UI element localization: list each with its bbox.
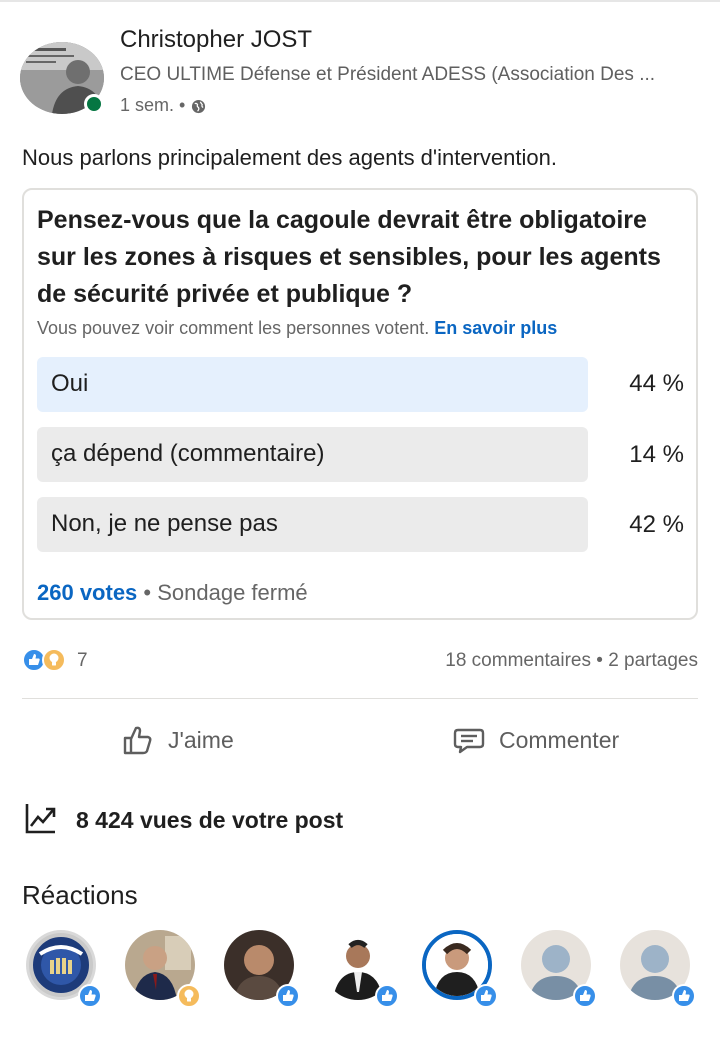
learn-more-link[interactable]: En savoir plus [434,318,557,338]
poll-footer: 260 votes • Sondage fermé [37,580,308,606]
poll-card: Pensez-vous que la cagoule devrait être … [22,188,698,620]
poll-option-ca-depend[interactable]: ça dépend (commentaire) [37,427,588,482]
author-headline: CEO ULTIME Défense et Président ADESS (A… [120,64,656,85]
poll-option-oui[interactable]: Oui [37,357,588,412]
like-icon [474,984,498,1008]
reactions-summary[interactable] [22,648,72,674]
poll-status: • Sondage fermé [143,580,308,605]
comment-icon [451,722,487,758]
thumbs-up-icon [120,722,156,758]
post-author[interactable]: Christopher JOST CEO ULTIME Défense et P… [20,26,700,122]
poll-option-percent: 14 % [629,441,684,468]
reactor-avatar[interactable] [422,930,498,1008]
post-views[interactable]: 8 424 vues de votre post [24,801,343,840]
reactor-avatar[interactable] [521,930,597,1008]
poll-option-percent: 44 % [629,370,684,397]
reactor-avatar[interactable] [224,930,300,1008]
reactions-section-title: Réactions [22,880,138,910]
comments-shares-count[interactable]: 18 commentaires • 2 partages [445,650,698,672]
poll-option-label: Non, je ne pense pas [51,510,278,537]
poll-note-text: Vous pouvez voir comment les personnes v… [37,318,430,338]
top-divider [0,0,720,2]
analytics-trend-icon [24,801,58,840]
post-text: Nous parlons principalement des agents d… [22,145,557,170]
reactor-avatar[interactable] [620,930,696,1008]
insightful-icon [177,984,201,1008]
poll-option-percent: 42 % [629,511,684,538]
poll-option-label: ça dépend (commentaire) [51,440,325,467]
like-icon [78,984,102,1008]
like-icon [276,984,300,1008]
online-status-dot [84,94,104,114]
post-time-text: 1 sem. • [120,95,186,115]
poll-option-non[interactable]: Non, je ne pense pas [37,497,588,552]
reaction-count[interactable]: 7 [77,650,88,672]
like-button-label: J'aime [168,726,234,753]
insightful-icon [42,648,66,672]
author-name[interactable]: Christopher JOST [120,26,312,54]
like-button[interactable]: J'aime [120,718,234,762]
poll-option-label: Oui [51,370,89,397]
like-icon [375,984,399,1008]
like-icon [573,984,597,1008]
reactor-avatar[interactable] [26,930,102,1008]
author-avatar[interactable] [20,42,104,116]
poll-question: Pensez-vous que la cagoule devrait être … [37,206,661,308]
poll-visibility-note: Vous pouvez voir comment les personnes v… [37,318,557,339]
reactor-list [26,930,696,1010]
comment-button-label: Commenter [499,726,620,753]
post-views-text: 8 424 vues de votre post [76,807,344,833]
comment-button[interactable]: Commenter [451,718,619,762]
globe-icon [191,98,206,114]
reactor-avatar[interactable] [323,930,399,1008]
actions-divider [22,698,698,699]
reactor-avatar[interactable] [125,930,201,1008]
post-timestamp: 1 sem. • [120,95,206,116]
poll-votes-link[interactable]: 260 votes [37,580,137,605]
social-counts: 7 18 commentaires • 2 partages [22,646,698,676]
like-icon [672,984,696,1008]
